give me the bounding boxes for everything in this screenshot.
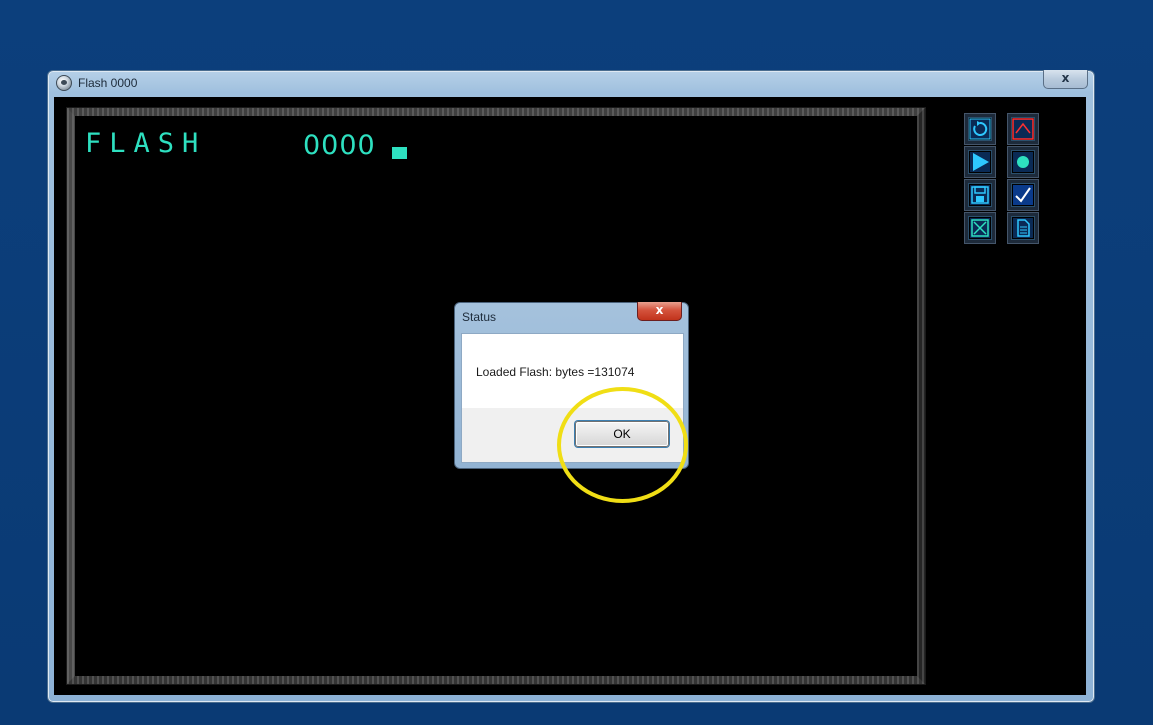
check-icon xyxy=(1013,185,1033,205)
save-icon xyxy=(970,185,990,205)
flash-label: FLASH xyxy=(85,128,207,159)
flash-counter: 0000 xyxy=(303,130,376,161)
close-box-button[interactable] xyxy=(965,213,995,243)
play-icon xyxy=(970,152,990,172)
dialog-body: Loaded Flash: bytes =131074 OK xyxy=(461,333,684,463)
record-button[interactable] xyxy=(1008,147,1038,177)
refresh-button[interactable] xyxy=(965,114,995,144)
check-button[interactable] xyxy=(1008,180,1038,210)
close-box-icon xyxy=(970,218,990,238)
play-button[interactable] xyxy=(965,147,995,177)
status-dialog: Status x Loaded Flash: bytes =131074 OK xyxy=(454,302,689,469)
dialog-message: Loaded Flash: bytes =131074 xyxy=(476,365,635,379)
ok-button[interactable]: OK xyxy=(575,421,669,447)
chart-button[interactable] xyxy=(1008,114,1038,144)
text-cursor xyxy=(392,147,407,159)
record-icon xyxy=(1013,152,1033,172)
dialog-message-area: Loaded Flash: bytes =131074 xyxy=(462,334,683,408)
chart-icon xyxy=(1012,118,1034,140)
document-icon xyxy=(1013,218,1033,238)
dialog-close-button[interactable]: x xyxy=(637,302,682,321)
window-title: Flash 0000 xyxy=(78,76,138,90)
app-icon xyxy=(56,75,72,91)
main-window-titlebar[interactable]: Flash 0000 x xyxy=(48,70,1094,97)
dialog-title: Status xyxy=(462,310,497,324)
save-button[interactable] xyxy=(965,180,995,210)
main-window-close-button[interactable]: x xyxy=(1043,70,1088,89)
document-button[interactable] xyxy=(1008,213,1038,243)
refresh-icon xyxy=(969,118,991,140)
